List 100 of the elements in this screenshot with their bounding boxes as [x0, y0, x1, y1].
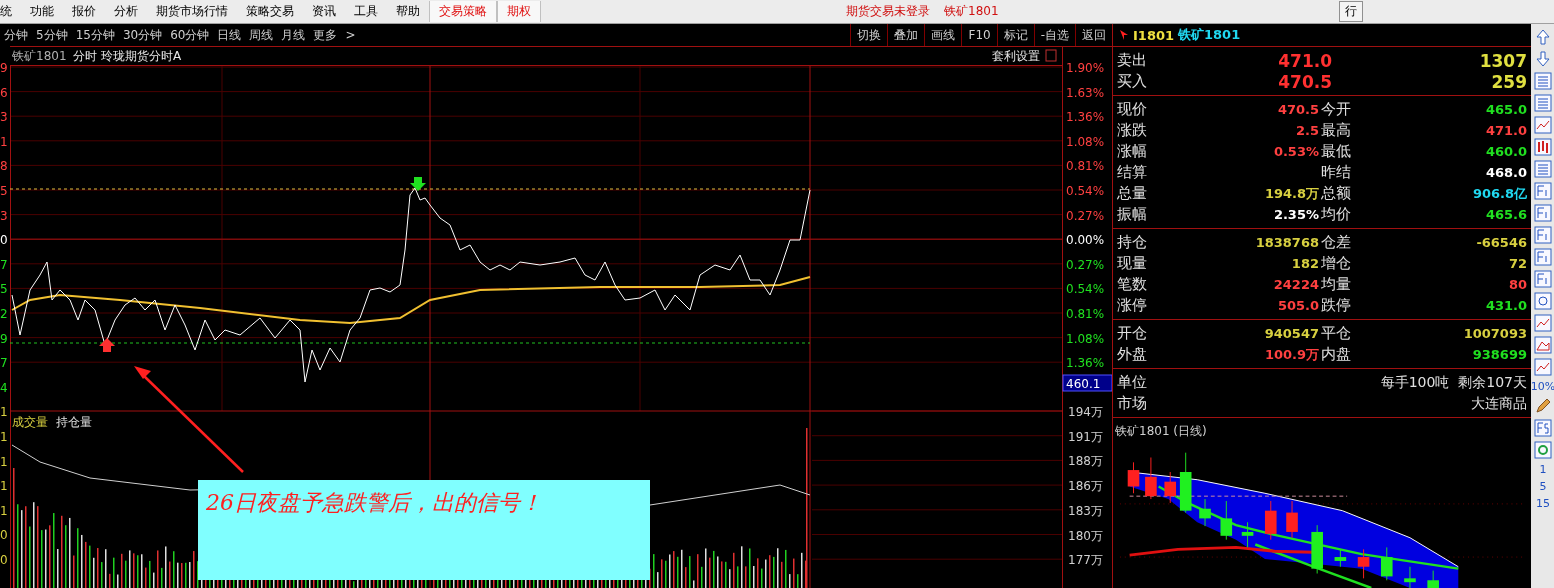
quote-label: 振幅: [1117, 205, 1148, 224]
axis-label: 1: [0, 405, 8, 420]
quote-label: 仓差: [1321, 233, 1352, 252]
toolbar-icon[interactable]: [1534, 336, 1552, 354]
quote-label: 结算: [1117, 163, 1148, 182]
quote-volume: 1307: [1478, 50, 1527, 71]
quote-label: 市场: [1117, 394, 1147, 413]
quote-button[interactable]: 行: [1338, 1, 1363, 22]
zoom-percent-label[interactable]: 10%: [1530, 380, 1554, 393]
quote-label: 卖出: [1117, 51, 1148, 70]
menu-item[interactable]: 帮助: [387, 1, 429, 22]
axis-label: 0.81%: [1066, 159, 1105, 174]
menu-item[interactable]: 期货市场行情: [147, 1, 237, 22]
candlestick: [1164, 471, 1177, 504]
quote-label: 涨停: [1117, 296, 1148, 315]
axis-label: 0.27%: [1066, 257, 1105, 272]
axis-label: 6: [0, 85, 8, 100]
quote-value: 2.5: [1295, 123, 1319, 138]
period-tab[interactable]: 60分钟: [166, 26, 214, 44]
toolbar-label[interactable]: 5: [1539, 480, 1547, 493]
candlestick: [1127, 461, 1140, 494]
quote-label: 内盘: [1321, 345, 1352, 364]
toolbar-icon[interactable]: [1534, 182, 1552, 200]
arrow-icon[interactable]: [1534, 28, 1552, 46]
period-tab[interactable]: 日线: [213, 26, 246, 44]
candlestick: [1286, 500, 1298, 539]
quote-label: 平仓: [1321, 324, 1352, 343]
axis-label: 186万: [1068, 479, 1103, 494]
quote-value: 182: [1291, 256, 1319, 271]
menu-item[interactable]: 资讯: [303, 1, 345, 22]
axis-label: 9: [0, 331, 8, 346]
menu-item[interactable]: 期权: [497, 1, 541, 22]
pencil-icon[interactable]: [1534, 397, 1552, 415]
status-text: 期货交易未登录: [846, 3, 930, 20]
quote-label: 总额: [1321, 184, 1352, 203]
toolbar-icon[interactable]: [1534, 419, 1552, 437]
menu-item[interactable]: 工具: [345, 1, 387, 22]
quote-label: 涨跌: [1117, 121, 1148, 140]
quote-value: 471.0: [1485, 123, 1527, 138]
arrow-icon[interactable]: [1534, 50, 1552, 68]
toolbar-label[interactable]: 1: [1539, 463, 1547, 476]
axis-label: 0: [0, 233, 8, 248]
quote-value: 72: [1508, 256, 1527, 271]
toolbar-icon[interactable]: [1534, 248, 1552, 266]
period-tab[interactable]: 5分钟: [32, 26, 72, 44]
quote-price: 471.0: [1277, 50, 1332, 71]
toolbar-icon[interactable]: [1534, 204, 1552, 222]
quote-label: 买入: [1117, 72, 1148, 91]
toolbar-icon[interactable]: [1534, 226, 1552, 244]
candlestick: [1380, 546, 1393, 581]
period-tab[interactable]: 30分钟: [118, 26, 167, 44]
quote-value: -66546: [1476, 235, 1527, 250]
period-tab[interactable]: 分钟: [0, 26, 32, 44]
menu-item[interactable]: 交易策略: [429, 1, 497, 22]
axis-label: 177万: [1068, 553, 1103, 568]
quote-label: 笔数: [1117, 275, 1148, 294]
menu-item[interactable]: 功能: [21, 1, 63, 22]
menu-item[interactable]: 统: [0, 1, 21, 22]
quote-value: 468.0: [1485, 165, 1527, 180]
candlestick: [1199, 498, 1211, 527]
period-tab[interactable]: 更多: [309, 26, 342, 44]
menu-item[interactable]: 策略交易: [237, 1, 303, 22]
quote-label: 均量: [1321, 275, 1352, 294]
toolbar-icon[interactable]: [1534, 292, 1552, 310]
axis-label: 1: [0, 134, 8, 149]
menu-item[interactable]: 报价: [63, 1, 105, 22]
toolbar-label[interactable]: 15: [1536, 497, 1550, 510]
axis-label: 1.36%: [1066, 356, 1105, 371]
quote-value: 2.35%: [1273, 207, 1319, 222]
quote-volume: 259: [1490, 71, 1527, 92]
toolbar-icon[interactable]: [1534, 116, 1552, 134]
toolbar-icon[interactable]: [1534, 138, 1552, 156]
quote-value: 0.53%: [1273, 144, 1319, 159]
quote-label: 增仓: [1321, 254, 1352, 273]
quote-value: 940547: [1264, 326, 1319, 341]
period-tab[interactable]: 月线: [277, 26, 310, 44]
toolbar-icon[interactable]: [1534, 270, 1552, 288]
refresh-icon[interactable]: [1534, 441, 1552, 459]
axis-label: 5: [0, 282, 8, 297]
period-tab[interactable]: 周线: [245, 26, 278, 44]
quote-label: 今开: [1321, 100, 1352, 119]
more-arrow[interactable]: >: [341, 28, 360, 42]
axis-label: 2: [0, 307, 8, 321]
toolbar-icon[interactable]: [1534, 358, 1552, 376]
axis-label: 7: [0, 257, 8, 272]
quote-label: 持仓: [1117, 233, 1148, 252]
arbitrage-settings-link[interactable]: 套利设置: [992, 49, 1040, 63]
callout-text: 26日夜盘予急跌警后，出的信号！: [206, 490, 542, 515]
quote-label: 现价: [1117, 100, 1148, 119]
axis-label: 0.81%: [1066, 307, 1105, 321]
candlestick: [1145, 457, 1157, 500]
toolbar-icon[interactable]: [1534, 314, 1552, 332]
axis-label: 5: [0, 184, 8, 198]
menu-item[interactable]: 分析: [105, 1, 147, 22]
panel-toggle-icon[interactable]: [1045, 49, 1057, 62]
daily-chart-title: 铁矿1801 (日线): [1114, 423, 1208, 440]
indicator-name: 玲珑期货分时A: [101, 49, 182, 63]
axis-label: 183万: [1068, 503, 1103, 518]
period-tab[interactable]: 15分钟: [71, 26, 119, 44]
quote-value: 460.0: [1485, 144, 1527, 159]
